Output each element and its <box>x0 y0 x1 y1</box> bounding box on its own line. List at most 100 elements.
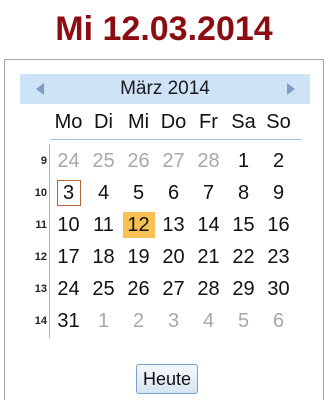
day-number: 2 <box>132 310 145 332</box>
day-number: 2 <box>272 150 285 172</box>
calendar-day-today[interactable]: 3 <box>51 177 86 209</box>
day-number: 24 <box>57 150 80 172</box>
day-number: 3 <box>56 180 81 206</box>
triangle-right-icon <box>286 83 295 95</box>
week-number: 11 <box>35 219 47 231</box>
calendar-day-adjacent-month[interactable]: 3 <box>156 305 191 337</box>
calendar-day[interactable]: 21 <box>191 241 226 273</box>
day-number: 25 <box>92 278 115 300</box>
day-number: 8 <box>237 182 250 204</box>
calendar-day-adjacent-month[interactable]: 4 <box>191 305 226 337</box>
day-number: 11 <box>93 214 114 236</box>
day-number: 28 <box>197 278 220 300</box>
calendar-day[interactable]: 10 <box>51 209 86 241</box>
week-number: 12 <box>34 251 47 263</box>
week-number: 13 <box>34 283 47 295</box>
next-month-button[interactable] <box>278 74 302 104</box>
calendar-week-row: 10 3 4 5 6 7 8 9 <box>5 177 325 209</box>
day-number: 17 <box>57 246 80 268</box>
calendar-day[interactable]: 24 <box>51 273 86 305</box>
week-number: 14 <box>34 315 47 327</box>
day-number: 19 <box>127 246 150 268</box>
day-number: 21 <box>197 246 220 268</box>
weekday-divider <box>51 139 301 140</box>
calendar-day[interactable]: 22 <box>226 241 261 273</box>
month-label[interactable]: März 2014 <box>60 74 270 104</box>
day-number: 24 <box>57 278 80 300</box>
day-number: 4 <box>202 310 215 332</box>
calendar-week-row: 13 24 25 26 27 28 29 30 <box>5 273 325 305</box>
calendar-day[interactable]: 19 <box>121 241 156 273</box>
calendar-day[interactable]: 9 <box>261 177 296 209</box>
triangle-left-icon <box>35 83 44 95</box>
day-number: 26 <box>127 278 150 300</box>
calendar-day-adjacent-month[interactable]: 26 <box>121 145 156 177</box>
today-button[interactable]: Heute <box>136 364 198 394</box>
day-number: 5 <box>132 182 145 204</box>
calendar-day-adjacent-month[interactable]: 24 <box>51 145 86 177</box>
calendar-week-row: 12 17 18 19 20 21 22 23 <box>5 241 325 273</box>
calendar-day[interactable]: 20 <box>156 241 191 273</box>
weekday-label: Mo <box>54 111 83 133</box>
calendar-day[interactable]: 4 <box>86 177 121 209</box>
calendar-day[interactable]: 14 <box>191 209 226 241</box>
calendar-day-adjacent-month[interactable]: 27 <box>156 145 191 177</box>
calendar-day[interactable]: 8 <box>226 177 261 209</box>
weekday-label: So <box>266 111 291 133</box>
day-number: 23 <box>267 246 290 268</box>
calendar-day[interactable]: 28 <box>191 273 226 305</box>
calendar-day[interactable]: 1 <box>226 145 261 177</box>
calendar-day[interactable]: 2 <box>261 145 296 177</box>
calendar-panel: März 2014 Mo Di Mi Do Fr Sa So 9 24 25 26 27… <box>4 59 324 400</box>
day-number: 7 <box>202 182 215 204</box>
day-number: 9 <box>272 182 285 204</box>
calendar-day[interactable]: 23 <box>261 241 296 273</box>
day-number: 6 <box>272 310 285 332</box>
calendar-day[interactable]: 30 <box>261 273 296 305</box>
day-number: 13 <box>162 214 185 236</box>
day-number: 29 <box>232 278 255 300</box>
day-number: 25 <box>92 150 115 172</box>
calendar-day-selected[interactable]: 12 <box>121 209 156 241</box>
calendar-day[interactable]: 11 <box>86 209 121 241</box>
day-number: 4 <box>97 182 110 204</box>
calendar-day[interactable]: 26 <box>121 273 156 305</box>
calendar-day[interactable]: 6 <box>156 177 191 209</box>
day-number: 22 <box>232 246 255 268</box>
weekday-header-row: Mo Di Mi Do Fr Sa So <box>51 106 296 138</box>
weekday-label: Di <box>94 111 113 133</box>
calendar-day-adjacent-month[interactable]: 5 <box>226 305 261 337</box>
calendar-day[interactable]: 5 <box>121 177 156 209</box>
day-number: 27 <box>162 150 185 172</box>
calendar-day[interactable]: 17 <box>51 241 86 273</box>
previous-month-button[interactable] <box>28 74 52 104</box>
calendar-day-adjacent-month[interactable]: 6 <box>261 305 296 337</box>
day-number: 18 <box>92 246 115 268</box>
day-number: 15 <box>232 214 255 236</box>
weekday-label: Fr <box>199 111 218 133</box>
calendar-day[interactable]: 31 <box>51 305 86 337</box>
week-number: 10 <box>34 187 47 199</box>
calendar-day[interactable]: 25 <box>86 273 121 305</box>
weekday-label: Sa <box>231 111 256 133</box>
calendar-day[interactable]: 16 <box>261 209 296 241</box>
day-number: 28 <box>197 150 220 172</box>
calendar-day[interactable]: 18 <box>86 241 121 273</box>
calendar-day[interactable]: 27 <box>156 273 191 305</box>
day-number: 16 <box>267 214 290 236</box>
calendar-week-row: 14 31 1 2 3 4 5 6 <box>5 305 325 337</box>
calendar-day-adjacent-month[interactable]: 28 <box>191 145 226 177</box>
day-number: 26 <box>127 150 150 172</box>
weekday-label: Do <box>160 111 187 133</box>
day-number: 5 <box>237 310 250 332</box>
calendar-day-adjacent-month[interactable]: 25 <box>86 145 121 177</box>
week-number: 9 <box>40 155 47 167</box>
calendar-day[interactable]: 7 <box>191 177 226 209</box>
calendar-day-adjacent-month[interactable]: 1 <box>86 305 121 337</box>
day-number: 3 <box>167 310 180 332</box>
calendar-day-adjacent-month[interactable]: 2 <box>121 305 156 337</box>
calendar-day[interactable]: 29 <box>226 273 261 305</box>
calendar-day[interactable]: 15 <box>226 209 261 241</box>
selected-date-header: Mi 12.03.2014 <box>55 10 273 48</box>
calendar-day[interactable]: 13 <box>156 209 191 241</box>
